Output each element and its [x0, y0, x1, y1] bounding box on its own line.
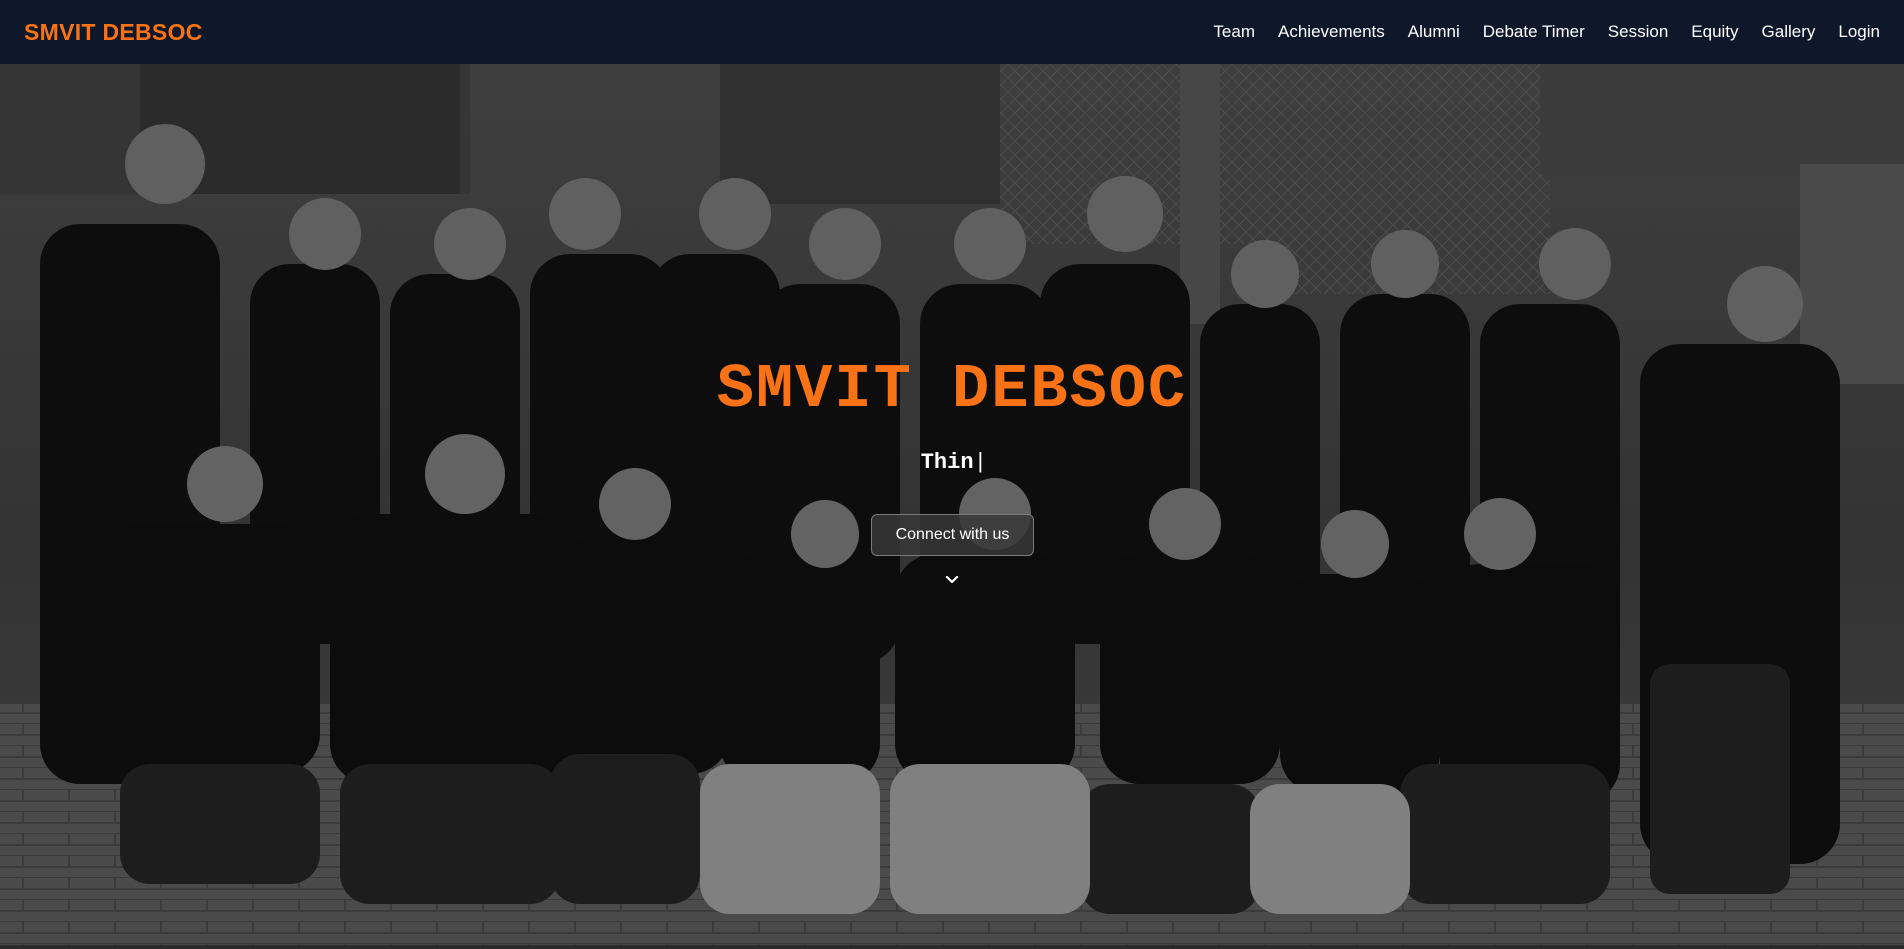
nav-links: Team Achievements Alumni Debate Timer Se…	[1190, 22, 1880, 42]
typed-word: Thin	[920, 450, 974, 475]
nav-session[interactable]: Session	[1608, 22, 1668, 42]
hero-section: SMVIT DEBSOC Thin | Connect with us	[0, 64, 1904, 949]
nav-team[interactable]: Team	[1213, 22, 1255, 42]
nav-login[interactable]: Login	[1838, 22, 1880, 42]
nav-debate-timer[interactable]: Debate Timer	[1483, 22, 1585, 42]
brand-logo[interactable]: SMVIT DEBSOC	[24, 19, 203, 46]
hero-title: SMVIT DEBSOC	[716, 354, 1188, 425]
connect-button[interactable]: Connect with us	[871, 514, 1034, 556]
chevron-down-icon[interactable]	[942, 570, 962, 590]
typing-cursor: |	[977, 448, 984, 473]
nav-equity[interactable]: Equity	[1691, 22, 1738, 42]
nav-gallery[interactable]: Gallery	[1762, 22, 1816, 42]
typewriter-text: Thin |	[0, 448, 1904, 475]
nav-achievements[interactable]: Achievements	[1278, 22, 1385, 42]
hero-bottom-edge	[0, 945, 1904, 949]
nav-alumni[interactable]: Alumni	[1408, 22, 1460, 42]
navbar: SMVIT DEBSOC Team Achievements Alumni De…	[0, 0, 1904, 64]
hero-content: SMVIT DEBSOC Thin | Connect with us	[0, 64, 1904, 949]
